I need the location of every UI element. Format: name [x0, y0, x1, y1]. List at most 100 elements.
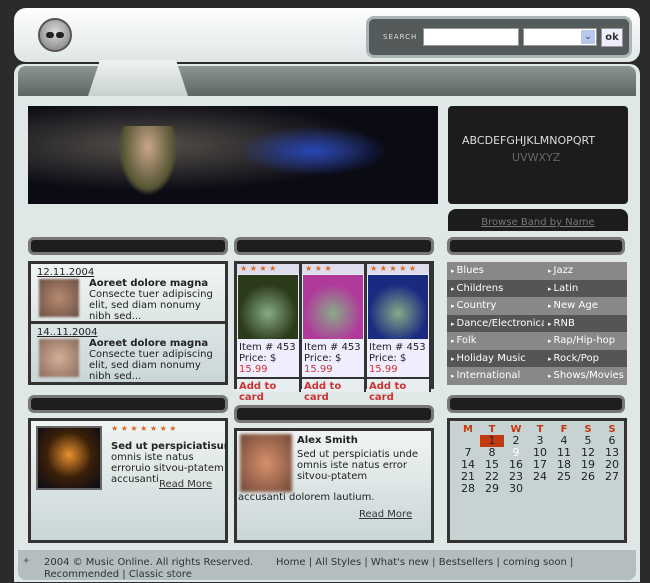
letter-link[interactable]: X — [538, 151, 546, 164]
product-card: ★ ★ ★ ★ Item # 453 Price: $15.99 Add to car… — [237, 264, 301, 403]
letter-link[interactable]: N — [549, 134, 557, 147]
section-header-bar — [234, 405, 434, 423]
feature-title: Sed ut perspiciatisun — [111, 441, 227, 452]
genre-link[interactable]: Country — [447, 297, 544, 315]
calendar: M T W T F S S 1 2 3 4 5 6 7 8 9 10 11 12 13 14 15 16 17 18 19 20 21… — [447, 418, 627, 543]
album-cover[interactable] — [36, 426, 102, 490]
footer-link[interactable]: Recommended — [44, 569, 119, 580]
news-box: 12.11.2004 Aoreet dolore magna Consecte t… — [28, 261, 228, 385]
letter-link[interactable]: M — [540, 134, 550, 147]
letter-link[interactable]: C — [477, 134, 485, 147]
letter-link[interactable]: P — [566, 134, 573, 147]
logo-icon[interactable] — [38, 18, 72, 52]
alphabet-panel: ABCDEFGHJKLMNOPQRT UVWXYZ — [448, 106, 628, 204]
search-input[interactable] — [423, 28, 519, 46]
price-label: Price: $ — [369, 353, 407, 364]
avatar — [240, 434, 292, 492]
genre-link[interactable]: Folk — [447, 332, 544, 350]
album-cover[interactable] — [238, 275, 298, 339]
add-to-cart-button[interactable]: Add to card — [367, 377, 429, 405]
letter-link[interactable]: T — [588, 134, 595, 147]
footer-link[interactable]: coming soon — [503, 557, 567, 568]
news-item[interactable]: 12.11.2004 Aoreet dolore magna Consecte t… — [31, 264, 225, 324]
search-ok-button[interactable]: ok — [601, 28, 623, 47]
letter-link[interactable]: U — [512, 151, 520, 164]
section-header-bar — [28, 237, 228, 255]
footer-link[interactable]: All Styles — [315, 557, 361, 568]
calendar-day[interactable]: 29 — [480, 483, 504, 495]
item-number: Item # 453 — [239, 342, 296, 353]
letter-link[interactable]: E — [493, 134, 500, 147]
album-cover[interactable] — [303, 275, 363, 339]
genre-link[interactable]: Childrens — [447, 279, 544, 297]
footer-links: Home | All Styles | What's new | Bestsel… — [44, 557, 574, 580]
letter-link[interactable]: D — [485, 134, 493, 147]
price-label: Price: $ — [239, 353, 277, 364]
genre-link[interactable]: RNB — [544, 314, 627, 332]
footer-link[interactable]: Home — [276, 557, 306, 568]
section-header-bar — [447, 395, 625, 413]
letter-link[interactable]: Z — [553, 151, 561, 164]
calendar-day[interactable]: 30 — [504, 483, 528, 495]
item-number: Item # 453 — [304, 342, 361, 353]
calendar-day[interactable]: 28 — [456, 483, 480, 495]
letter-link[interactable]: Y — [546, 151, 553, 164]
section-header-bar — [447, 237, 625, 255]
read-more-link[interactable]: Read More — [159, 479, 212, 490]
footer-link[interactable]: What's new — [371, 557, 429, 568]
news-title[interactable]: Aoreet dolore magna — [89, 338, 208, 349]
chevron-down-icon[interactable]: ⌄ — [581, 30, 595, 44]
category-select[interactable]: ⌄ — [523, 28, 597, 46]
letter-link[interactable]: A — [462, 134, 470, 147]
genre-link[interactable]: Shows/Movies — [544, 367, 627, 385]
search-panel: SEARCH ⌄ ok — [366, 16, 632, 58]
news-item[interactable]: 14..11.2004 Aoreet dolore magna Consecte … — [31, 324, 225, 384]
genre-link[interactable]: Rap/Hip-hop — [544, 332, 627, 350]
letter-link[interactable]: W — [528, 151, 539, 164]
feature-box: ★ ★ ★ ★ ★ ★ ★ Sed ut perspiciatisun omnis… — [28, 418, 228, 543]
rating-stars: ★ ★ ★ ★ ★ ★ ★ — [111, 424, 177, 433]
crosshair-icon: ✦ — [22, 556, 31, 567]
calendar-day[interactable]: 25 — [552, 471, 576, 483]
products-box: ★ ★ ★ ★ Item # 453 Price: $15.99 Add to car… — [234, 261, 434, 403]
genre-link[interactable]: Holiday Music — [447, 349, 544, 367]
genre-link[interactable]: International — [447, 367, 544, 385]
news-text: Consecte tuer adipiscing elit, sed diam … — [89, 289, 213, 322]
add-to-cart-button[interactable]: Add to card — [302, 377, 364, 405]
letter-link[interactable]: K — [526, 134, 533, 147]
header: SEARCH ⌄ ok — [14, 8, 640, 62]
letter-link[interactable]: G — [506, 134, 515, 147]
genre-link[interactable]: Jazz — [544, 262, 627, 280]
testimonial-box: Alex Smith Sed ut perspiciatis unde omnis… — [234, 428, 434, 543]
album-cover[interactable] — [368, 275, 428, 339]
nav-tab[interactable] — [88, 60, 188, 96]
rating-stars: ★ ★ ★ ★ — [237, 264, 299, 274]
testimonial-text-continued: accusanti dolorem lautium. — [238, 492, 375, 503]
calendar-day[interactable]: 24 — [528, 471, 552, 483]
letter-link[interactable]: V — [520, 151, 528, 164]
rating-stars: ★ ★ ★ — [302, 264, 364, 274]
letter-link[interactable]: O — [558, 134, 567, 147]
genre-link[interactable]: Latin — [544, 279, 627, 297]
add-to-cart-button[interactable]: Add to card — [237, 377, 299, 405]
footer-link[interactable]: Bestsellers — [439, 557, 494, 568]
read-more-link[interactable]: Read More — [359, 509, 412, 520]
genre-link[interactable]: New Age — [544, 297, 627, 315]
news-thumbnail — [39, 279, 79, 317]
footer-link[interactable]: Classic store — [129, 569, 192, 580]
browse-band-link[interactable]: Browse Band by Name — [448, 209, 628, 231]
price-value: 15.99 — [304, 364, 333, 375]
genre-link[interactable]: Blues — [447, 262, 544, 280]
testimonial-text: Sed ut perspiciatis unde omnis iste natu… — [297, 449, 419, 482]
calendar-day[interactable]: 27 — [600, 471, 624, 483]
genre-link[interactable]: Dance/Electronica — [447, 314, 544, 332]
genre-link[interactable]: Rock/Pop — [544, 349, 627, 367]
calendar-day[interactable]: 26 — [576, 471, 600, 483]
product-card: ★ ★ ★ ★ ★ Item # 453 Price: $15.99 Add to c… — [367, 264, 431, 403]
letter-link[interactable]: B — [470, 134, 477, 147]
search-label: SEARCH — [383, 33, 418, 41]
news-thumbnail — [39, 339, 79, 377]
letter-link[interactable]: H — [515, 134, 523, 147]
news-title[interactable]: Aoreet dolore magna — [89, 278, 208, 289]
weekday-header: M — [463, 424, 473, 435]
